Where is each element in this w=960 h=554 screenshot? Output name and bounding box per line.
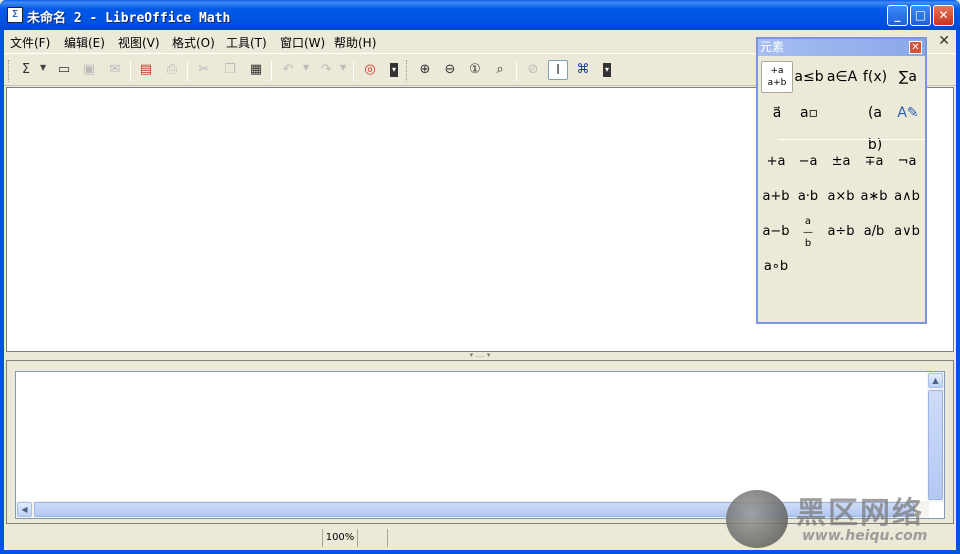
zoom-level[interactable]: 100%	[322, 529, 358, 547]
symbol-a-times-b[interactable]: a×b	[825, 185, 857, 209]
menu-edit[interactable]: 编辑(E)	[64, 34, 105, 51]
zoom-out-icon[interactable]: ⊖	[440, 60, 460, 80]
document-icon[interactable]: Σ	[7, 7, 23, 23]
symbol-a-slash-b[interactable]: a/b	[858, 220, 890, 244]
export-pdf-icon[interactable]: ▤	[136, 60, 156, 80]
symbol-a-div-b[interactable]: a÷b	[825, 220, 857, 244]
watermark: 黑区网络 www.heiqu.com	[726, 488, 956, 550]
update-icon[interactable]: ⊘	[523, 60, 543, 80]
symbol-a-and-b[interactable]: a∧b	[891, 185, 923, 209]
symbol-fraction[interactable]: a — b	[792, 216, 824, 249]
save-icon[interactable]: ▣	[79, 60, 99, 80]
toolbar-overflow-icon[interactable]: ▾	[603, 63, 611, 77]
category-brackets[interactable]: a▫	[793, 97, 825, 129]
menu-view[interactable]: 视图(V)	[118, 34, 160, 51]
menu-format[interactable]: 格式(O)	[172, 34, 215, 51]
symbol-a-plus-b[interactable]: a+b	[760, 185, 792, 209]
copy-icon[interactable]: ❐	[220, 60, 240, 80]
watermark-logo-icon	[726, 490, 788, 548]
symbol-minus-a[interactable]: −a	[792, 150, 824, 174]
watermark-text: 黑区网络	[796, 496, 924, 531]
email-icon[interactable]: ✉	[105, 60, 125, 80]
chevron-down-icon[interactable]: ▼	[303, 63, 309, 72]
app-window: Σ 未命名 2 - LibreOffice Math _ □ ✕ 文件(F) 编…	[0, 0, 960, 554]
redo-icon[interactable]: ↷	[316, 60, 336, 80]
toolbar-separator	[516, 61, 517, 81]
category-operators[interactable]: ∑a	[892, 61, 924, 93]
symbol-plusminus-a[interactable]: ±a	[825, 150, 857, 174]
symbol-minusplus-a[interactable]: ∓a	[858, 150, 890, 174]
minimize-button[interactable]: _	[887, 5, 908, 26]
menu-help[interactable]: 帮助(H)	[334, 34, 376, 51]
toolbar-grip[interactable]	[8, 60, 11, 82]
category-formats[interactable]: (a b)	[859, 97, 891, 153]
open-icon[interactable]: ▭	[54, 60, 74, 80]
elements-close-button[interactable]: ✕	[909, 41, 922, 54]
undo-icon[interactable]: ↶	[278, 60, 298, 80]
category-unary-binary[interactable]: +a a+b	[761, 61, 793, 93]
category-set-operations[interactable]: a∈A	[826, 61, 858, 93]
chevron-down-icon[interactable]: ▼	[40, 63, 46, 72]
category-functions[interactable]: f(x)	[859, 61, 891, 93]
cut-icon[interactable]: ✂	[194, 60, 214, 80]
formula-cursor-icon[interactable]: I	[548, 60, 568, 80]
scroll-thumb[interactable]	[928, 390, 943, 500]
symbol-a-circ-b[interactable]: a∘b	[760, 255, 792, 279]
symbol-a-or-b[interactable]: a∨b	[891, 220, 923, 244]
new-formula-icon[interactable]: Σ	[16, 60, 36, 80]
print-icon[interactable]: ⎙	[162, 60, 182, 80]
toolbar-separator	[130, 61, 131, 81]
show-all-icon[interactable]: ⌕	[490, 60, 510, 80]
category-relations[interactable]: a≤b	[793, 61, 825, 93]
title-bar[interactable]: Σ 未命名 2 - LibreOffice Math _ □ ✕	[0, 0, 960, 30]
symbol-a-ast-b[interactable]: a∗b	[858, 185, 890, 209]
scroll-left-icon[interactable]: ◀	[17, 502, 32, 517]
toolbar-separator	[271, 61, 272, 81]
menu-file[interactable]: 文件(F)	[10, 34, 50, 51]
panel-divider	[778, 139, 925, 140]
toolbar-overflow-icon[interactable]: ▾	[390, 63, 398, 77]
watermark-url: www.heiqu.com	[802, 528, 928, 544]
close-button[interactable]: ✕	[933, 5, 954, 26]
zoom-100-icon[interactable]: ①	[465, 60, 485, 80]
scroll-up-icon[interactable]: ▲	[928, 373, 943, 388]
elements-panel: 元素 ✕ +a a+b a≤b a∈A f(x) ∑a a⃗ a▫ (a b) …	[756, 37, 927, 324]
category-others[interactable]: A✎	[892, 97, 924, 129]
vertical-scrollbar[interactable]: ▲	[927, 372, 944, 502]
toolbar-separator	[187, 61, 188, 81]
paste-icon[interactable]: ▦	[246, 60, 266, 80]
symbol-plus-a[interactable]: +a	[760, 150, 792, 174]
toolbar-grip[interactable]	[406, 60, 409, 82]
maximize-button[interactable]: □	[910, 5, 931, 26]
toolbar-separator	[353, 61, 354, 81]
status-cell	[360, 529, 388, 547]
zoom-in-icon[interactable]: ⊕	[415, 60, 435, 80]
category-attributes[interactable]: a⃗	[761, 97, 793, 129]
elements-panel-title[interactable]: 元素	[758, 39, 925, 56]
menu-tools[interactable]: 工具(T)	[226, 34, 267, 51]
help-icon[interactable]: ◎	[360, 60, 380, 80]
symbol-not-a[interactable]: ¬a	[891, 150, 923, 174]
symbols-icon[interactable]: ⌘	[573, 60, 593, 80]
pane-splitter[interactable]: ▾ ‥‥ ▾	[4, 352, 956, 360]
close-document-button[interactable]: ✕	[938, 33, 950, 49]
window-title: 未命名 2 - LibreOffice Math	[27, 11, 231, 26]
symbol-a-minus-b[interactable]: a−b	[760, 220, 792, 244]
symbol-a-cdot-b[interactable]: a·b	[792, 185, 824, 209]
chevron-down-icon[interactable]: ▼	[340, 63, 346, 72]
menu-window[interactable]: 窗口(W)	[280, 34, 325, 51]
